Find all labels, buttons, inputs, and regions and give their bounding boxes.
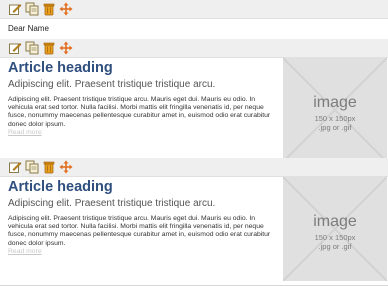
read-more-link[interactable]: Read more bbox=[8, 248, 276, 256]
delete-icon[interactable] bbox=[42, 2, 56, 16]
article-subheading: Adipiscing elit. Praesent tristique tris… bbox=[8, 198, 216, 209]
article-text: Article heading Adipiscing elit. Praesen… bbox=[8, 60, 276, 137]
image-placeholder[interactable]: image 150 x 150px .jpg or .gif bbox=[283, 177, 387, 281]
block-toolbar bbox=[0, 39, 388, 58]
placeholder-formats: .jpg or .gif bbox=[318, 123, 352, 132]
article-text: Article heading Adipiscing elit. Praesen… bbox=[8, 179, 276, 256]
placeholder-title: image bbox=[313, 94, 357, 111]
move-icon[interactable] bbox=[59, 2, 73, 16]
article-body: Adipiscing elit. Praesent tristique tris… bbox=[8, 215, 271, 247]
article-heading: Article heading bbox=[8, 179, 113, 195]
text-block: Dear Name bbox=[0, 0, 388, 40]
block-toolbar bbox=[0, 0, 388, 19]
edit-icon[interactable] bbox=[8, 160, 22, 174]
article-heading: Article heading bbox=[8, 60, 113, 76]
article-subheading: Adipiscing elit. Praesent tristique tris… bbox=[8, 79, 216, 90]
placeholder-formats: .jpg or .gif bbox=[318, 242, 352, 251]
move-icon[interactable] bbox=[59, 160, 73, 174]
image-placeholder[interactable]: image 150 x 150px .jpg or .gif bbox=[283, 58, 387, 162]
copy-icon[interactable] bbox=[25, 41, 39, 55]
article-content: Article heading Adipiscing elit. Praesen… bbox=[0, 58, 388, 167]
article-block: Article heading Adipiscing elit. Praesen… bbox=[0, 158, 388, 286]
article-body: Adipiscing elit. Praesent tristique tris… bbox=[8, 96, 271, 128]
placeholder-title: image bbox=[313, 213, 357, 230]
move-icon[interactable] bbox=[59, 41, 73, 55]
copy-icon[interactable] bbox=[25, 2, 39, 16]
edit-icon[interactable] bbox=[8, 2, 22, 16]
placeholder-size: 150 x 150px bbox=[314, 233, 356, 242]
read-more-link[interactable]: Read more bbox=[8, 129, 276, 137]
delete-icon[interactable] bbox=[42, 160, 56, 174]
copy-icon[interactable] bbox=[25, 160, 39, 174]
block-toolbar bbox=[0, 158, 388, 177]
article-block: Article heading Adipiscing elit. Praesen… bbox=[0, 39, 388, 167]
placeholder-size: 150 x 150px bbox=[314, 114, 356, 123]
edit-icon[interactable] bbox=[8, 41, 22, 55]
article-content: Article heading Adipiscing elit. Praesen… bbox=[0, 177, 388, 286]
delete-icon[interactable] bbox=[42, 41, 56, 55]
greeting-text: Dear Name bbox=[0, 19, 388, 40]
